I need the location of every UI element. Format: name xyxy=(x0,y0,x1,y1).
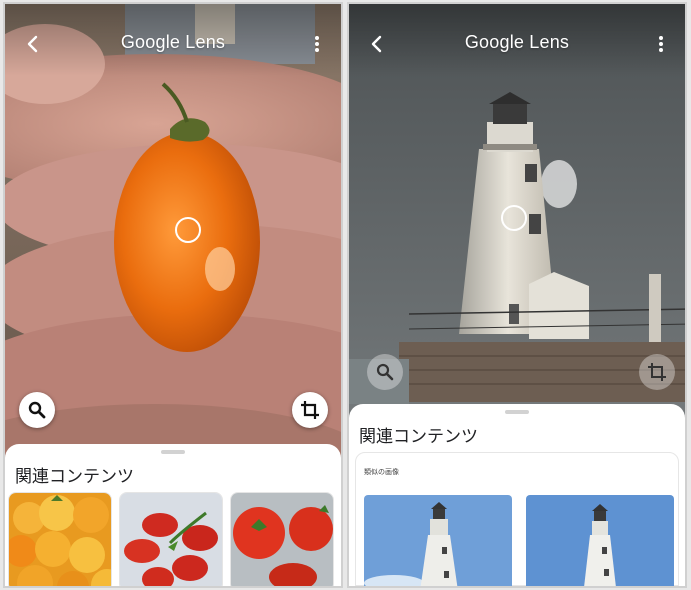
more-vert-icon xyxy=(659,36,663,52)
similar-images-label: 類似の画像 xyxy=(364,468,399,476)
similar-images-card: 類似の画像 xyxy=(355,452,679,586)
related-content-title: 関連コンテンツ xyxy=(359,427,478,447)
app-title: Google Lens xyxy=(464,32,570,52)
more-vert-icon xyxy=(315,36,319,52)
more-options-button[interactable] xyxy=(649,30,673,58)
more-options-button[interactable] xyxy=(305,30,329,58)
search-icon xyxy=(28,401,46,419)
crop-icon xyxy=(648,363,666,381)
search-button[interactable] xyxy=(19,392,55,428)
related-content-sheet[interactable]: 関連コンテンツ xyxy=(5,444,341,586)
crop-icon xyxy=(301,401,319,419)
crop-button[interactable] xyxy=(639,354,675,390)
related-content-sheet[interactable]: 関連コンテンツ 類似の画像 xyxy=(349,404,685,586)
related-content-title: 関連コンテンツ xyxy=(15,467,134,487)
related-image-2[interactable] xyxy=(119,492,223,586)
related-image-3[interactable] xyxy=(230,492,334,586)
sheet-drag-handle[interactable] xyxy=(505,410,529,414)
focus-circle-icon[interactable] xyxy=(501,205,527,231)
sheet-drag-handle[interactable] xyxy=(161,450,185,454)
lens-screen-lighthouse: Google Lens 関連コンテンツ 類似の画像 xyxy=(347,2,687,588)
lens-screen-tomato: Google Lens 関連コンテンツ xyxy=(3,2,343,588)
crop-button[interactable] xyxy=(292,392,328,428)
related-image-1[interactable] xyxy=(8,492,112,586)
screenshot-canvas: Google Lens 関連コンテンツ Google Lens 関連コンテンツ … xyxy=(0,0,691,590)
search-icon xyxy=(376,363,394,381)
focus-circle-icon[interactable] xyxy=(175,217,201,243)
search-button[interactable] xyxy=(367,354,403,390)
similar-image-2[interactable] xyxy=(526,495,674,586)
similar-image-1[interactable] xyxy=(364,495,512,586)
app-title: Google Lens xyxy=(120,32,226,52)
